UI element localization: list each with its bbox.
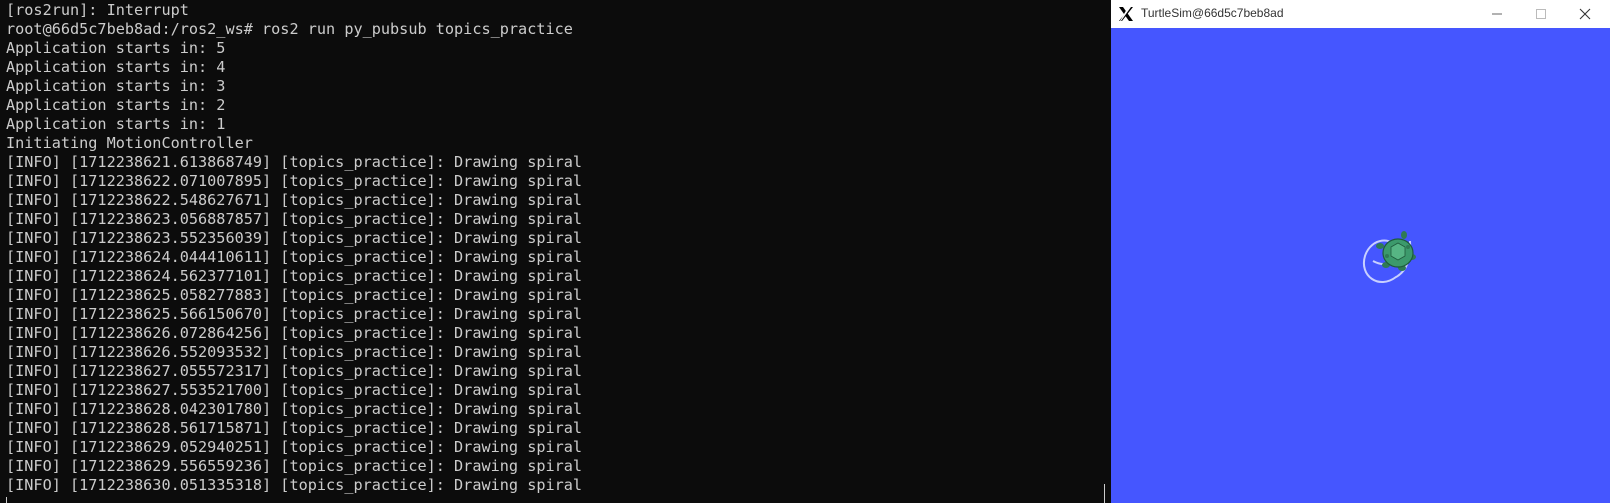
terminal-line: Application starts in: 4: [6, 58, 226, 76]
maximize-icon: [1536, 9, 1546, 19]
terminal-line: [INFO] [1712238625.058277883] [topics_pr…: [6, 286, 583, 304]
terminal-line: Application starts in: 1: [6, 115, 226, 133]
terminal-line: [INFO] [1712238621.613868749] [topics_pr…: [6, 153, 583, 171]
terminal-line: [INFO] [1712238628.042301780] [topics_pr…: [6, 400, 583, 418]
terminal-line: [INFO] [1712238629.052940251] [topics_pr…: [6, 438, 583, 456]
terminal-line: Application starts in: 5: [6, 39, 226, 57]
terminal-output: [ros2run]: Interrupt root@66d5c7beb8ad:/r…: [6, 1, 1110, 495]
terminal-line: [INFO] [1712238622.071007895] [topics_pr…: [6, 172, 583, 190]
terminal-scroll-marker: [1104, 484, 1105, 503]
window-title: TurtleSim@66d5c7beb8ad: [1141, 6, 1284, 20]
terminal-line: [INFO] [1712238623.552356039] [topics_pr…: [6, 229, 583, 247]
turtlesim-canvas: [1111, 28, 1610, 503]
terminal-line: [INFO] [1712238627.055572317] [topics_pr…: [6, 362, 583, 380]
close-icon: [1579, 8, 1591, 20]
minimize-button[interactable]: [1475, 0, 1519, 28]
terminal-window[interactable]: [ros2run]: Interrupt root@66d5c7beb8ad:/r…: [0, 0, 1110, 503]
terminal-line: Application starts in: 3: [6, 77, 226, 95]
close-button[interactable]: [1563, 0, 1607, 28]
title-bar[interactable]: TurtleSim@66d5c7beb8ad: [1111, 0, 1610, 28]
terminal-line: [INFO] [1712238625.566150670] [topics_pr…: [6, 305, 583, 323]
minimize-icon: [1492, 13, 1502, 15]
terminal-line: [INFO] [1712238628.561715871] [topics_pr…: [6, 419, 583, 437]
terminal-line: Initiating MotionController: [6, 134, 253, 152]
maximize-button[interactable]: [1519, 0, 1563, 28]
x11-logo-icon: [1119, 7, 1133, 21]
terminal-line: [INFO] [1712238623.056887857] [topics_pr…: [6, 210, 583, 228]
terminal-line: [INFO] [1712238624.562377101] [topics_pr…: [6, 267, 583, 285]
terminal-line: Application starts in: 2: [6, 96, 226, 114]
terminal-line: [INFO] [1712238622.548627671] [topics_pr…: [6, 191, 583, 209]
terminal-cursor: [6, 497, 7, 503]
terminal-line: [ros2run]: Interrupt: [6, 1, 189, 19]
turtlesim-window[interactable]: TurtleSim@66d5c7beb8ad: [1111, 0, 1610, 503]
terminal-line: [INFO] [1712238624.044410611] [topics_pr…: [6, 248, 583, 266]
terminal-line: [INFO] [1712238627.553521700] [topics_pr…: [6, 381, 583, 399]
terminal-line: [INFO] [1712238626.072864256] [topics_pr…: [6, 324, 583, 342]
terminal-line: [INFO] [1712238629.556559236] [topics_pr…: [6, 457, 583, 475]
terminal-line: [INFO] [1712238630.051335318] [topics_pr…: [6, 476, 583, 494]
terminal-line: [INFO] [1712238626.552093532] [topics_pr…: [6, 343, 583, 361]
terminal-line: root@66d5c7beb8ad:/ros2_ws# ros2 run py_…: [6, 20, 573, 38]
